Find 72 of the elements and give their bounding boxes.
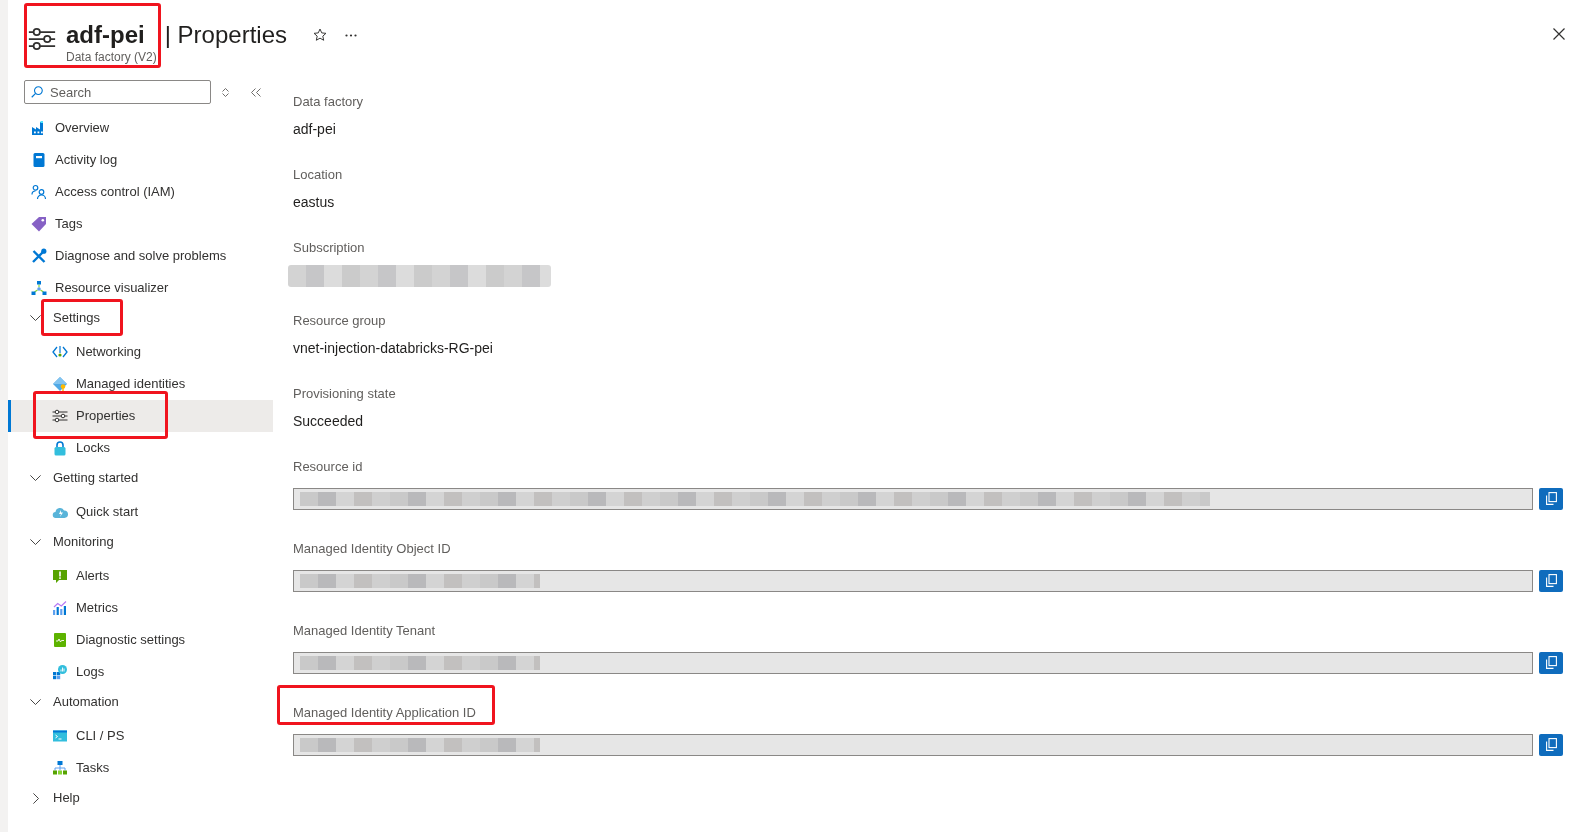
copy-button[interactable] [1539, 733, 1563, 756]
nav-item[interactable]: Access control (IAM) [8, 176, 273, 208]
hierarchy-icon [31, 280, 47, 296]
more-icon[interactable] [345, 34, 357, 37]
page-title: | Properties [164, 21, 287, 49]
nav-item[interactable]: Managed identities [8, 368, 273, 400]
nav-item[interactable]: Alerts [8, 560, 273, 592]
nav-item[interactable]: Resource visualizer [8, 272, 273, 304]
field-value: vnet-injection-databricks-RG-pei [293, 338, 494, 357]
nav-item[interactable]: Networking [8, 336, 273, 368]
field-label: Provisioning state [293, 386, 396, 401]
copy-button[interactable] [1539, 651, 1563, 674]
nav-item[interactable]: Activity log [8, 144, 273, 176]
sliders-icon [52, 408, 68, 424]
copy-icon [1545, 574, 1557, 587]
notebook-icon [31, 152, 47, 168]
nav-group[interactable]: Help [8, 784, 273, 812]
copy-icon [1545, 656, 1557, 669]
read-only-field[interactable] [293, 651, 1533, 674]
terminal-icon [52, 728, 68, 744]
field-label: Resource id [293, 459, 363, 474]
nav-item[interactable]: CLI / PS [8, 720, 273, 752]
search-icon [31, 86, 43, 98]
field-value: adf-pei [293, 119, 337, 138]
star-icon[interactable] [313, 28, 327, 42]
read-only-field[interactable] [293, 569, 1533, 592]
tag-icon [31, 216, 47, 232]
sliders-icon [28, 25, 56, 53]
nav-group[interactable]: Getting started [8, 464, 273, 492]
copy-icon [1545, 492, 1557, 505]
field-value: eastus [293, 192, 336, 211]
nav-item[interactable]: Diagnose and solve problems [8, 240, 273, 272]
field-label: Managed Identity Tenant [293, 623, 436, 638]
resource-name: adf-pei [66, 21, 146, 49]
pulse-icon [52, 632, 68, 648]
read-only-field[interactable] [293, 487, 1533, 510]
lock-icon [52, 440, 68, 456]
collapse-icon[interactable] [251, 87, 261, 97]
copy-icon [1545, 738, 1557, 751]
nav-item[interactable]: Tags [8, 208, 273, 240]
copy-button[interactable] [1539, 569, 1563, 592]
diamond-key-icon [52, 376, 68, 392]
tiles-chart-icon [52, 664, 68, 680]
field-label: Resource group [293, 313, 386, 328]
nav-item[interactable]: Overview [8, 112, 273, 144]
nav-group[interactable]: Settings [8, 304, 273, 332]
field-label: Location [293, 167, 343, 182]
nav-group[interactable]: Monitoring [8, 528, 273, 556]
org-chart-icon [52, 760, 68, 776]
nav-group[interactable]: Automation [8, 688, 273, 716]
tools-icon [31, 248, 47, 264]
field-label: Data factory [293, 94, 364, 109]
nav-item[interactable]: Logs [8, 656, 273, 688]
nav-item[interactable]: Diagnostic settings [8, 624, 273, 656]
read-only-field[interactable] [293, 733, 1533, 756]
expand-collapse-icon[interactable] [222, 87, 229, 97]
copy-button[interactable] [1539, 487, 1563, 510]
field-label: Subscription [293, 240, 365, 255]
field-label: Managed Identity Object ID [293, 541, 451, 556]
resource-type: Data factory (V2) [66, 50, 157, 64]
field-value: Succeeded [293, 411, 365, 430]
search-field[interactable]: Search [24, 80, 211, 104]
field-label: Managed Identity Application ID [293, 705, 476, 720]
bar-chart-icon [52, 600, 68, 616]
nav-item[interactable]: Locks [8, 432, 273, 464]
code-brackets-icon [52, 344, 68, 360]
close-icon[interactable] [1553, 28, 1565, 40]
nav-item[interactable]: Metrics [8, 592, 273, 624]
people-icon [31, 184, 47, 200]
nav-item[interactable]: Quick start [8, 496, 273, 528]
alert-icon [52, 568, 68, 584]
nav-item[interactable]: Tasks [8, 752, 273, 784]
